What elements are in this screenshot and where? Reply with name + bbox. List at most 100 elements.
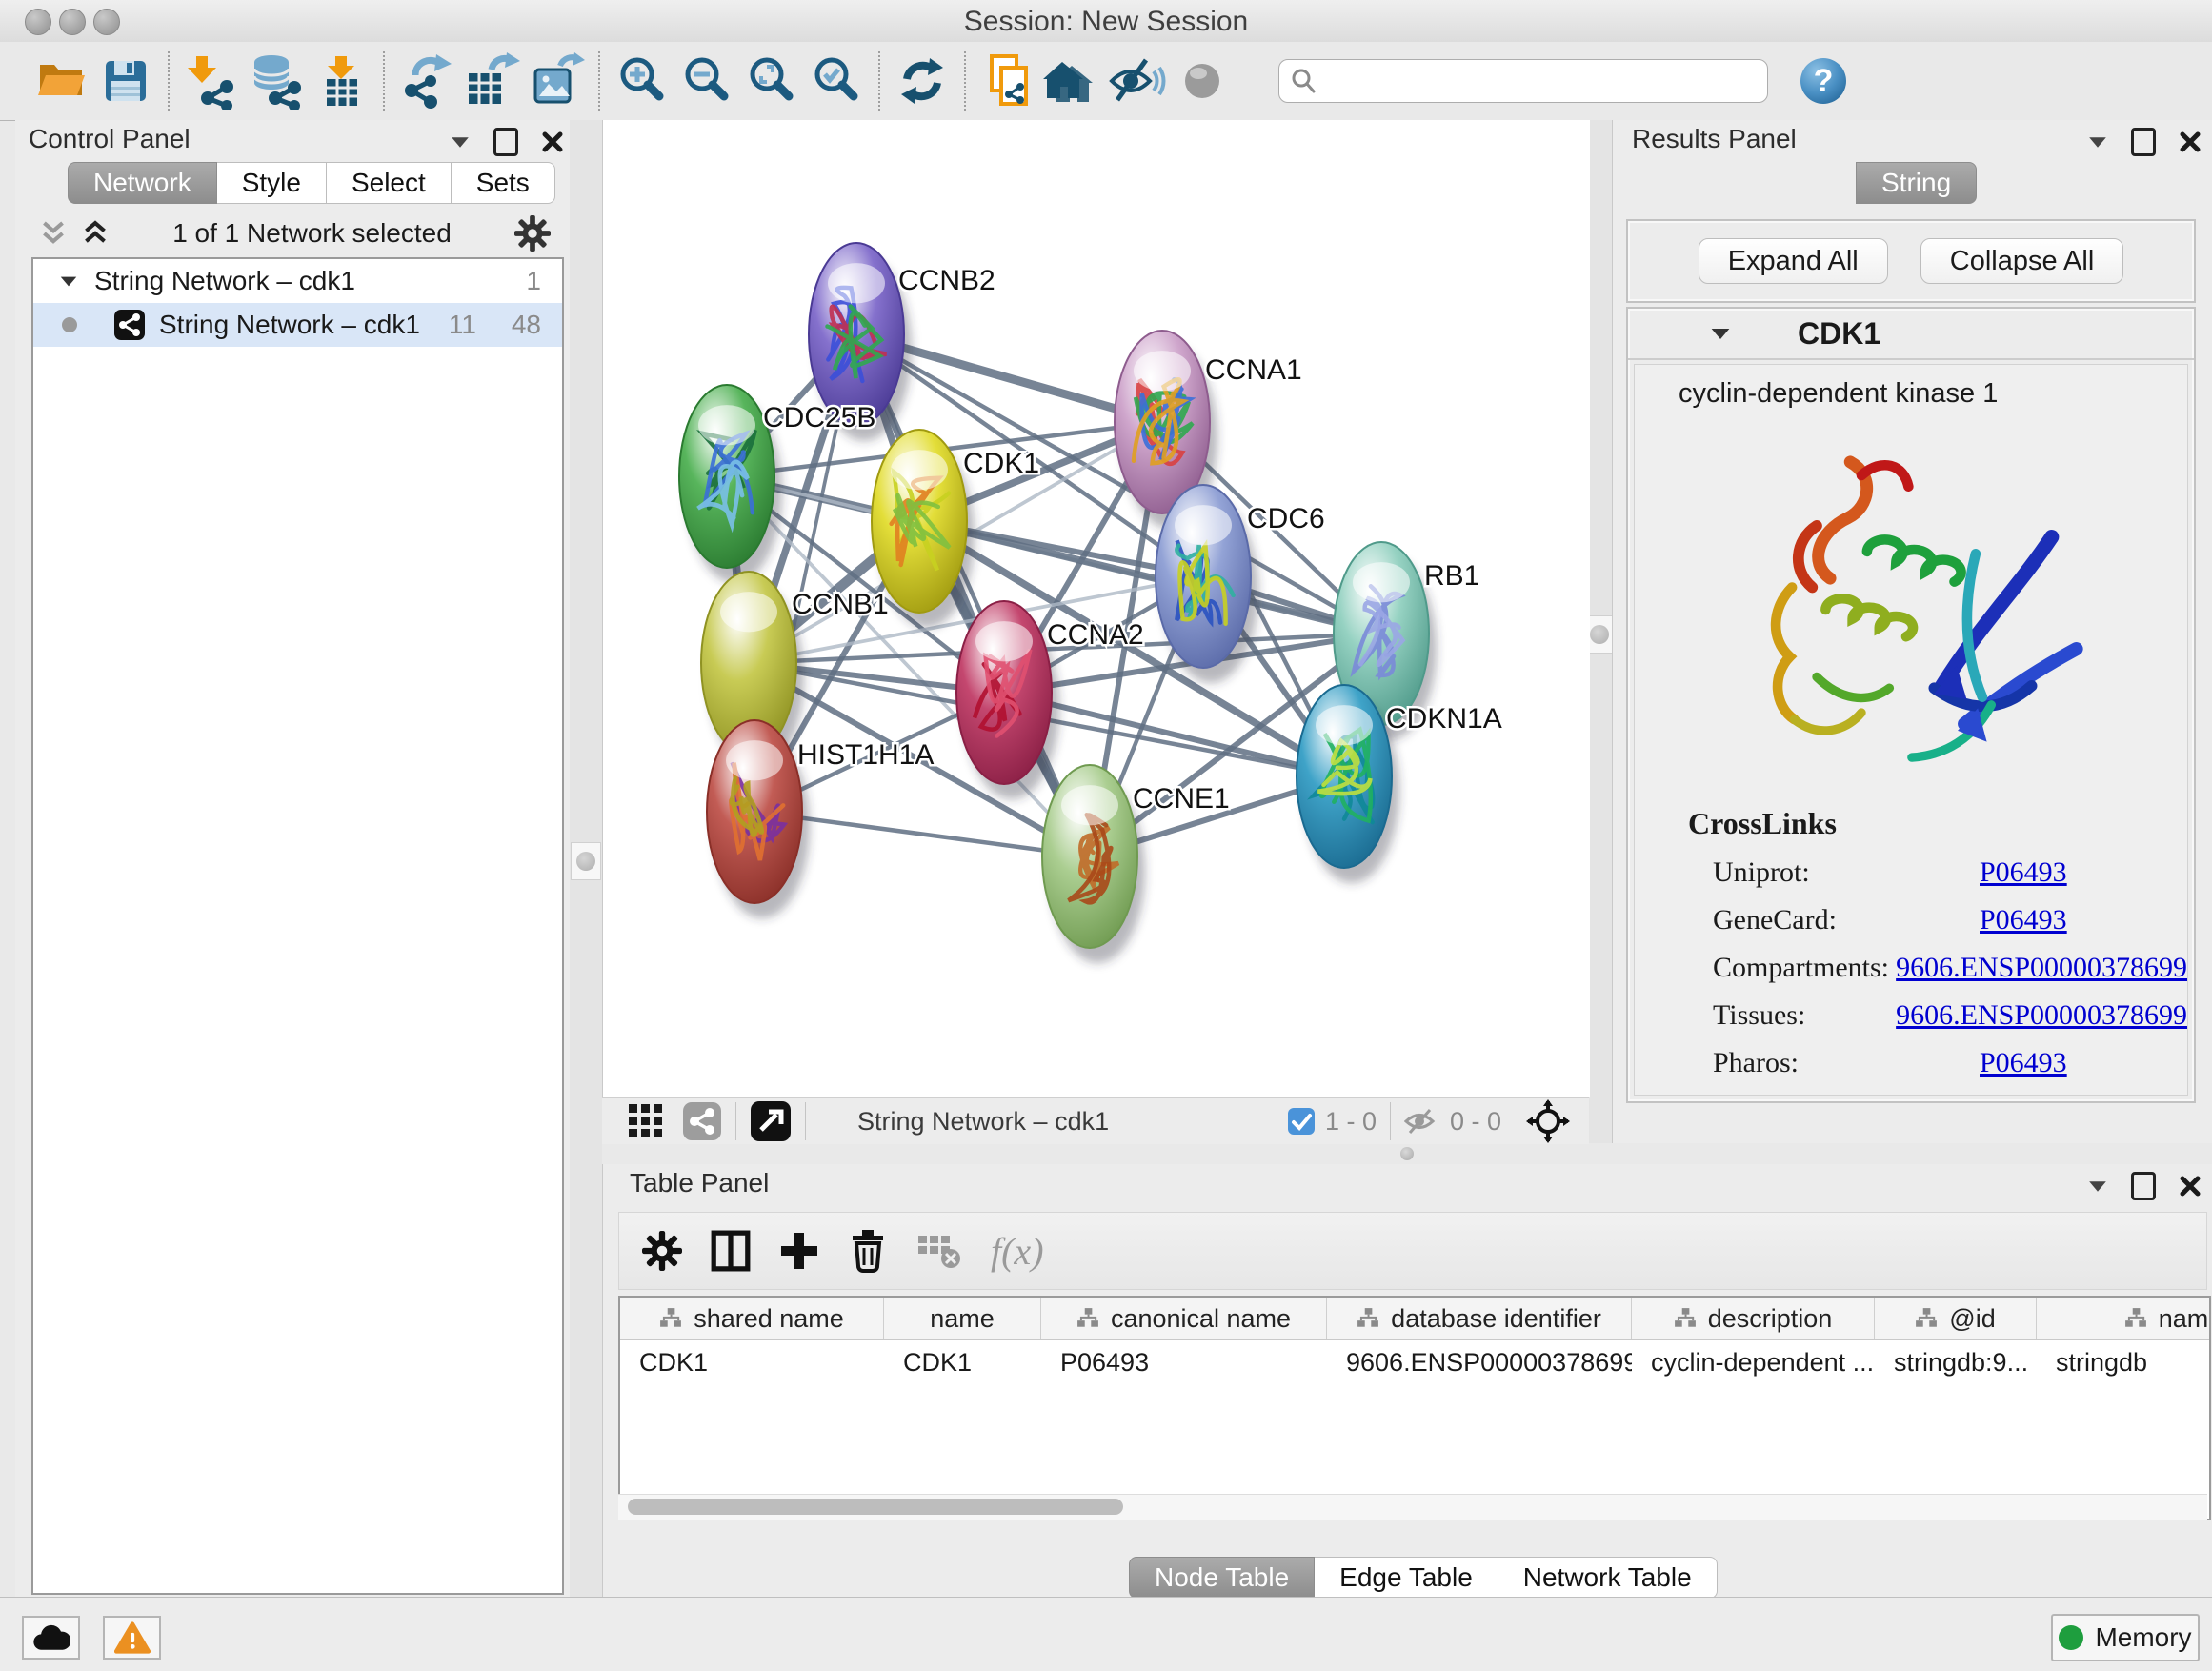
graph-node-CDK1[interactable]: CDK1: [872, 430, 1039, 628]
collapse-panel-icon[interactable]: [2089, 137, 2106, 147]
graph-node-CCNE1[interactable]: CCNE1: [1042, 765, 1230, 963]
crosslinks-section: CrossLinks Uniprot:P06493GeneCard:P06493…: [1688, 806, 2187, 1079]
column-header-canonical-name[interactable]: canonical name: [1041, 1298, 1327, 1339]
column-header-namespace[interactable]: namespace: [2037, 1298, 2211, 1339]
float-panel-button[interactable]: [493, 128, 518, 156]
collapse-panel-icon[interactable]: [452, 137, 469, 147]
column-header-@id[interactable]: @id: [1875, 1298, 2037, 1339]
open-session-button[interactable]: [29, 50, 93, 112]
table-cell[interactable]: stringdb:9...: [1875, 1348, 2037, 1378]
horizontal-splitter[interactable]: [602, 1143, 2212, 1164]
expand-all-button[interactable]: Expand All: [1699, 238, 1888, 284]
right-splitter[interactable]: [1589, 120, 1612, 1143]
table-row[interactable]: CDK1CDK1P064939606.ENSP00000378699cyclin…: [620, 1340, 2209, 1384]
delete-column-trash-icon[interactable]: [848, 1229, 888, 1273]
column-network-icon: [2124, 1308, 2147, 1329]
zoom-fit-button[interactable]: [739, 50, 804, 112]
show-all-button[interactable]: [1170, 50, 1235, 112]
table-tab-network-table[interactable]: Network Table: [1498, 1557, 1718, 1599]
show-columns-icon[interactable]: [711, 1230, 751, 1272]
tab-select[interactable]: Select: [327, 162, 452, 204]
memory-status-button[interactable]: Memory: [2051, 1614, 2200, 1661]
close-panel-icon[interactable]: [541, 131, 564, 153]
crosslink-link[interactable]: 9606.ENSP00000378699: [1896, 999, 2187, 1032]
import-table-button[interactable]: [309, 50, 373, 112]
crosslink-link[interactable]: P06493: [1980, 904, 2067, 936]
table-tab-node-table[interactable]: Node Table: [1129, 1557, 1315, 1599]
network-share-icon[interactable]: [682, 1101, 722, 1141]
table-horizontal-scrollbar[interactable]: [618, 1494, 2207, 1520]
collapse-panel-icon[interactable]: [2089, 1181, 2106, 1191]
warnings-button[interactable]: [103, 1616, 161, 1660]
graph-node-CDC25B[interactable]: CDC25B: [679, 385, 875, 583]
first-neighbors-button[interactable]: [1040, 50, 1105, 112]
network-collection-row[interactable]: String Network – cdk1 1: [33, 259, 562, 303]
left-splitter-handle[interactable]: [571, 842, 601, 880]
add-column-icon[interactable]: [779, 1231, 819, 1271]
column-header-description[interactable]: description: [1632, 1298, 1875, 1339]
crosslink-link[interactable]: 9606.ENSP00000378699: [1896, 952, 2187, 984]
collection-count: 1: [526, 266, 541, 296]
table-settings-gear-icon[interactable]: [642, 1231, 682, 1271]
table-tab-edge-table[interactable]: Edge Table: [1315, 1557, 1498, 1599]
table-cell[interactable]: CDK1: [884, 1348, 1041, 1378]
tab-style[interactable]: Style: [217, 162, 327, 204]
table-cell[interactable]: cyclin-dependent ...: [1632, 1348, 1875, 1378]
clone-network-button[interactable]: [975, 50, 1040, 112]
refresh-layout-button[interactable]: [890, 50, 955, 112]
network-options-gear-icon[interactable]: [514, 215, 551, 252]
close-panel-icon[interactable]: [2179, 131, 2202, 153]
graph-node-CDC6[interactable]: CDC6: [1156, 485, 1325, 683]
export-image-button[interactable]: [524, 50, 589, 112]
table-cell[interactable]: CDK1: [620, 1348, 884, 1378]
crosslink-link[interactable]: P06493: [1980, 1047, 2067, 1079]
table-cell[interactable]: 9606.ENSP00000378699: [1327, 1348, 1632, 1378]
scrollbar-thumb[interactable]: [628, 1499, 1123, 1515]
tree-expander-icon[interactable]: [61, 276, 77, 286]
zoom-out-button[interactable]: [674, 50, 739, 112]
search-box[interactable]: [1278, 59, 1768, 103]
node-label-CCNE1: CCNE1: [1133, 783, 1230, 815]
zoom-in-button[interactable]: [610, 50, 674, 112]
cloud-status-button[interactable]: [22, 1616, 80, 1660]
section-expander-icon[interactable]: [1712, 328, 1730, 338]
selected-checkbox-icon[interactable]: [1287, 1107, 1316, 1136]
column-header-shared-name[interactable]: shared name: [620, 1298, 884, 1339]
gene-section-header[interactable]: CDK1: [1628, 309, 2194, 360]
detach-view-icon[interactable]: [750, 1100, 792, 1142]
column-header-database-identifier[interactable]: database identifier: [1327, 1298, 1632, 1339]
float-panel-button[interactable]: [2131, 1172, 2156, 1200]
close-panel-icon[interactable]: [2179, 1175, 2202, 1198]
column-label: @id: [1949, 1304, 1995, 1334]
save-session-button[interactable]: [93, 50, 158, 112]
node-table[interactable]: shared namenamecanonical namedatabase id…: [618, 1296, 2211, 1520]
hide-selected-button[interactable]: [1105, 50, 1170, 112]
crosslink-link[interactable]: P06493: [1980, 856, 2067, 889]
network-row[interactable]: String Network – cdk1 11 48: [33, 303, 562, 347]
function-builder-button: f(x): [991, 1229, 1044, 1274]
network-canvas[interactable]: CCNB2CCNA1CDC25BCDK1CDC6RB1CCNB1CCNA2CDK…: [602, 120, 1590, 1097]
network-graph[interactable]: CCNB2CCNA1CDC25BCDK1CDC6RB1CCNB1CCNA2CDK…: [603, 120, 1590, 1097]
results-tab-string[interactable]: String: [1856, 162, 1977, 204]
table-cell[interactable]: stringdb: [2037, 1348, 2211, 1378]
collapse-all-button[interactable]: Collapse All: [1920, 238, 2124, 284]
table-cell[interactable]: P06493: [1041, 1348, 1327, 1378]
zoom-selected-button[interactable]: [804, 50, 869, 112]
search-input[interactable]: [1317, 66, 1758, 97]
import-network-from-database-button[interactable]: [244, 50, 309, 112]
import-network-button[interactable]: [179, 50, 244, 112]
collapse-all-icon[interactable]: [39, 219, 68, 248]
fit-crosshair-icon[interactable]: [1526, 1099, 1570, 1143]
export-table-button[interactable]: [459, 50, 524, 112]
left-splitter[interactable]: [570, 120, 602, 1597]
tab-network[interactable]: Network: [68, 162, 217, 204]
column-header-name[interactable]: name: [884, 1298, 1041, 1339]
graph-node-CDKN1A[interactable]: CDKN1A: [1297, 685, 1502, 883]
export-network-button[interactable]: [394, 50, 459, 112]
expand-all-icon[interactable]: [81, 219, 110, 248]
network-view-title: String Network – cdk1: [857, 1107, 1109, 1137]
tab-sets[interactable]: Sets: [452, 162, 555, 204]
float-panel-button[interactable]: [2131, 128, 2156, 156]
help-button[interactable]: ?: [1791, 50, 1856, 112]
birds-eye-grid-icon[interactable]: [627, 1102, 665, 1140]
